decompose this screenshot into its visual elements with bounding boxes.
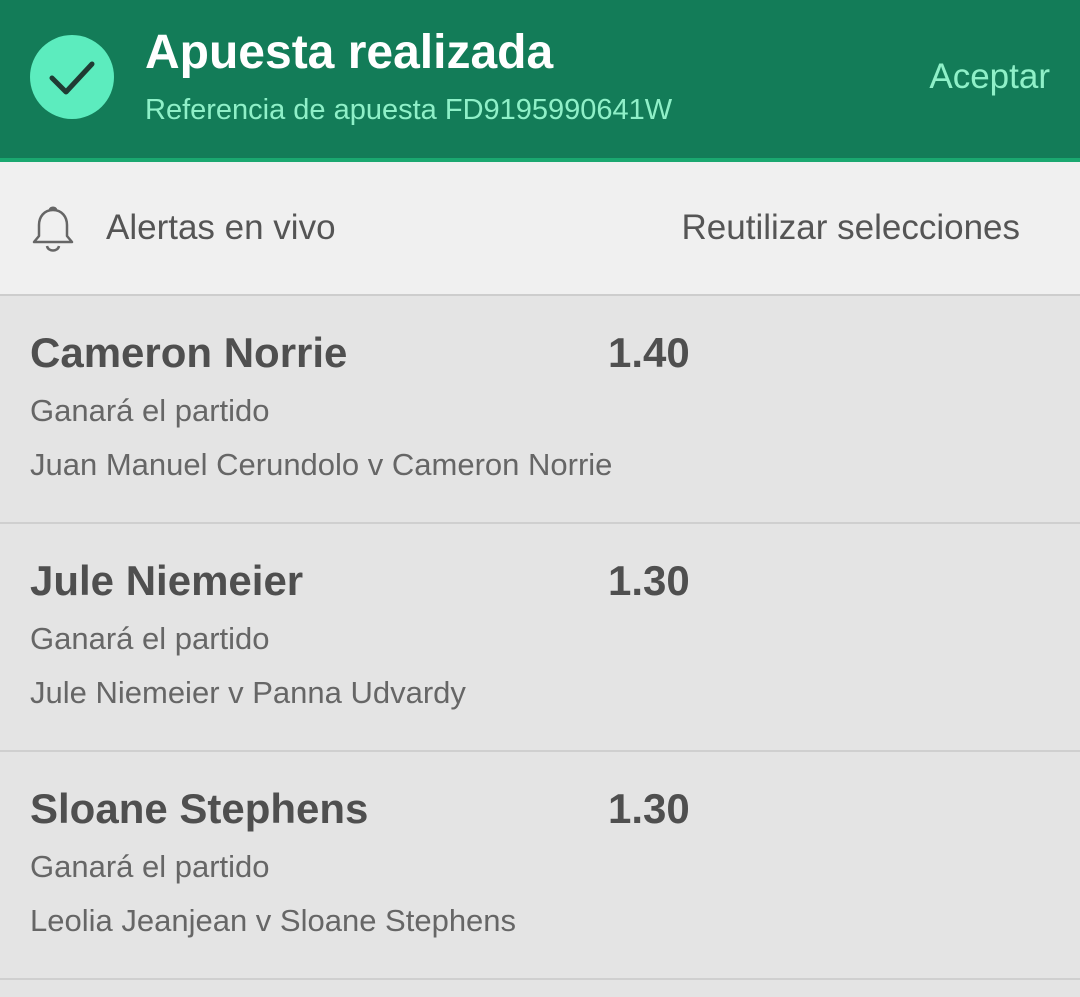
bet-confirmation-header: Apuesta realizada Referencia de apuesta …: [0, 0, 1080, 158]
selection-odds: 1.30: [608, 557, 690, 604]
selection-odds: 1.30: [608, 785, 690, 832]
confirmation-title: Apuesta realizada: [145, 26, 554, 79]
accept-button[interactable]: Aceptar: [929, 56, 1050, 98]
selection-item: Cameron Norrie 1.40 Ganará el partido Ju…: [0, 296, 1080, 524]
selection-market: Ganará el partido: [30, 849, 270, 884]
selection-odds: 1.40: [608, 329, 690, 376]
selection-name: Sloane Stephens: [30, 785, 369, 832]
bell-icon[interactable]: [30, 204, 76, 254]
live-alerts-button[interactable]: Alertas en vivo: [106, 206, 336, 250]
selection-item: Sloane Stephens 1.30 Ganará el partido L…: [0, 752, 1080, 980]
selection-market: Ganará el partido: [30, 621, 270, 656]
selection-name: Jule Niemeier: [30, 557, 304, 604]
selection-list: Cameron Norrie 1.40 Ganará el partido Ju…: [0, 296, 1080, 980]
selection-event: Leolia Jeanjean v Sloane Stephens: [30, 903, 517, 938]
selection-name: Cameron Norrie: [30, 329, 348, 376]
reuse-selections-button[interactable]: Reutilizar selecciones: [682, 206, 1020, 250]
bet-reference: Referencia de apuesta FD9195990641W: [145, 94, 673, 126]
selection-item: Jule Niemeier 1.30 Ganará el partido Jul…: [0, 524, 1080, 752]
selection-event: Jule Niemeier v Panna Udvardy: [30, 675, 466, 710]
selection-event: Juan Manuel Cerundolo v Cameron Norrie: [30, 447, 613, 482]
selection-market: Ganará el partido: [30, 393, 270, 428]
bet-toolbar: Alertas en vivo Reutilizar selecciones: [0, 162, 1080, 296]
check-icon: [30, 35, 114, 119]
